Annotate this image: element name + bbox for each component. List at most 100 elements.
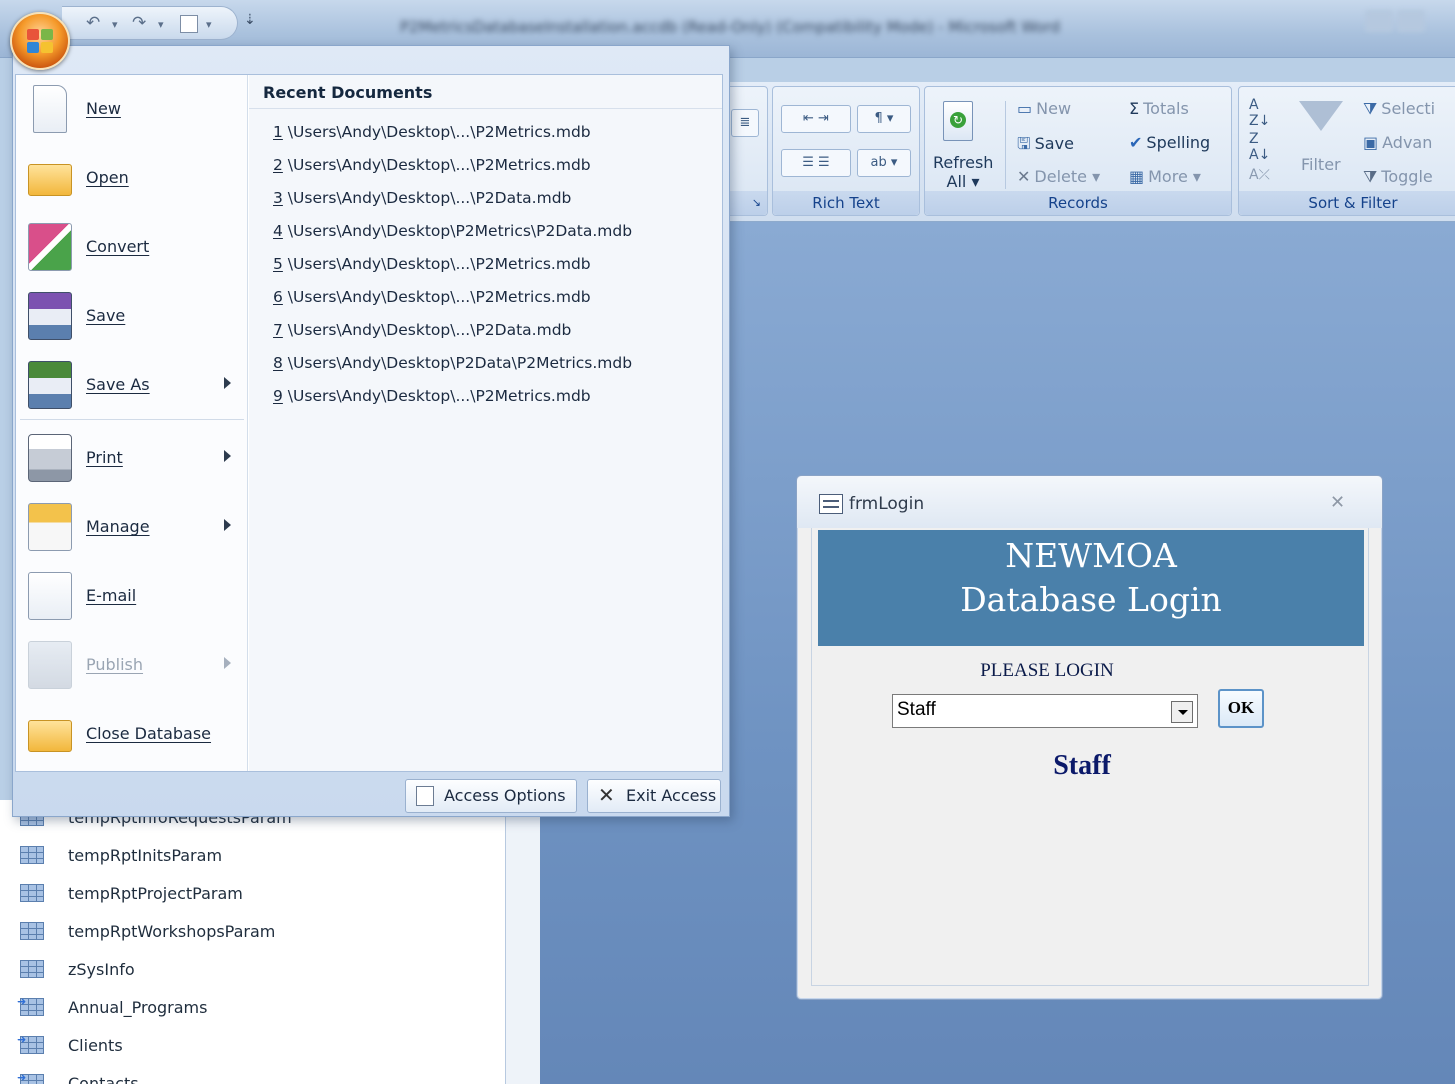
refresh-icon[interactable]: ↻ <box>943 101 973 141</box>
recent-document-item[interactable]: 8 \Users\Andy\Desktop\P2Data\P2Metrics.m… <box>273 354 632 372</box>
sort-descending-icon[interactable]: Z A↓ <box>1249 131 1270 163</box>
delete-record-button[interactable]: ✕ Delete ▾ <box>1017 167 1100 186</box>
menu-item-close-database[interactable]: Close Database <box>16 700 248 768</box>
linked-table-icon: ➜ <box>17 1033 44 1054</box>
align-icon[interactable]: ≣ <box>731 109 759 137</box>
options-icon <box>416 786 434 806</box>
menu-item-new[interactable]: New <box>16 75 248 143</box>
spelling-button[interactable]: ✔ Spelling <box>1129 133 1210 152</box>
sort-ascending-icon[interactable]: A Z↓ <box>1249 97 1270 129</box>
customize-qat-icon[interactable]: ⇣ <box>244 12 256 28</box>
linked-table-icon: ➜ <box>17 1071 44 1084</box>
menu-item-open[interactable]: Open <box>16 144 248 212</box>
linked-table-icon: ➜ <box>17 995 44 1016</box>
menu-item-label: Save <box>86 306 126 325</box>
new-record-button[interactable]: ▭ New <box>1017 99 1071 118</box>
menu-item-convert[interactable]: Convert <box>16 213 248 281</box>
recent-document-path: \Users\Andy\Desktop\...\P2Metrics.mdb <box>282 387 591 405</box>
sort-filter-label: Sort & Filter <box>1239 191 1455 215</box>
recent-document-item[interactable]: 1 \Users\Andy\Desktop\...\P2Metrics.mdb <box>273 123 591 141</box>
navigation-pane: tempRptInfoRequestsParam tempRptInitsPara… <box>0 800 540 1084</box>
sort-filter-group: A Z↓ Z A↓ A⤫ Filter ⧩ Selecti ▣ Advan ⧩ Toggl… <box>1238 86 1455 216</box>
menu-item-label: New <box>86 99 121 118</box>
recent-document-item[interactable]: 6 \Users\Andy\Desktop\...\P2Metrics.mdb <box>273 288 591 306</box>
exit-access-button[interactable]: ✕ Exit Access <box>587 779 721 813</box>
nav-table-item[interactable]: tempRptInitsParam <box>20 846 222 865</box>
recent-document-item[interactable]: 7 \Users\Andy\Desktop\...\P2Data.mdb <box>273 321 571 339</box>
nav-table-item[interactable]: ➜ Contacts <box>17 1071 139 1084</box>
menu-item-save-as[interactable]: Save As <box>16 351 248 419</box>
office-menu-panel: New Open Convert Save Save As Print Manage E-ma… <box>15 74 723 772</box>
indent-icon[interactable]: ⇤ ⇥ <box>781 105 851 133</box>
submenu-arrow-icon <box>224 519 231 531</box>
nav-table-item[interactable]: ➜ Clients <box>17 1033 123 1055</box>
filter-funnel-icon[interactable] <box>1299 101 1343 131</box>
highlight-icon[interactable]: ab ▾ <box>857 149 911 177</box>
menu-item-label: Close Database <box>86 724 212 743</box>
nav-table-item[interactable]: tempRptWorkshopsParam <box>20 922 275 941</box>
email-icon <box>28 572 72 620</box>
more-button[interactable]: ▦ More ▾ <box>1129 167 1201 186</box>
chevron-down-icon[interactable]: ▾ <box>158 18 164 31</box>
form-icon[interactable] <box>180 15 198 33</box>
new-document-icon <box>33 85 67 133</box>
navigation-scrollbar[interactable] <box>505 800 540 1084</box>
save-record-button[interactable]: 🖫 Save <box>1017 133 1074 160</box>
records-label: Records <box>925 191 1231 215</box>
chevron-down-icon[interactable]: ▾ <box>206 18 212 31</box>
selection-button[interactable]: ⧩ Selecti <box>1363 99 1435 119</box>
menu-item-save[interactable]: Save <box>16 282 248 350</box>
form-title: frmLogin <box>849 494 925 514</box>
save-as-icon <box>28 361 72 409</box>
access-options-button[interactable]: Access Options <box>405 779 577 813</box>
submenu-arrow-icon <box>224 657 231 669</box>
chevron-down-icon[interactable]: ▾ <box>112 18 118 31</box>
office-menu-footer: Access Options ✕ Exit Access <box>13 774 729 816</box>
menu-item-publish[interactable]: Publish <box>16 631 248 699</box>
recent-document-item[interactable]: 4 \Users\Andy\Desktop\P2Metrics\P2Data.m… <box>273 222 632 240</box>
recent-document-path: \Users\Andy\Desktop\...\P2Metrics.mdb <box>282 255 591 273</box>
recent-document-item[interactable]: 9 \Users\Andy\Desktop\...\P2Metrics.mdb <box>273 387 591 405</box>
close-icon[interactable]: ✕ <box>1330 492 1345 513</box>
advanced-button[interactable]: ▣ Advan <box>1363 133 1432 152</box>
recent-document-path: \Users\Andy\Desktop\...\P2Metrics.mdb <box>282 156 591 174</box>
recent-document-path: \Users\Andy\Desktop\P2Data\P2Metrics.mdb <box>282 354 633 372</box>
table-icon <box>20 846 44 864</box>
totals-button[interactable]: Σ Totals <box>1129 99 1189 118</box>
minimize-icon[interactable] <box>1365 10 1393 32</box>
recent-documents-panel: Recent Documents 1 \Users\Andy\Desktop\.… <box>249 75 722 771</box>
maximize-icon[interactable] <box>1397 10 1425 32</box>
filter-button[interactable]: Filter <box>1301 155 1341 174</box>
menu-item-print[interactable]: Print <box>16 424 248 492</box>
table-icon <box>20 960 44 978</box>
undo-icon[interactable]: ↶ <box>86 13 100 33</box>
recent-document-item[interactable]: 2 \Users\Andy\Desktop\...\P2Metrics.mdb <box>273 156 591 174</box>
list-icon[interactable]: ☰ ☰ <box>781 149 851 177</box>
user-type-combo[interactable]: Staff <box>892 694 1198 728</box>
recent-document-item[interactable]: 3 \Users\Andy\Desktop\...\P2Data.mdb <box>273 189 571 207</box>
recent-document-number: 3 <box>273 189 283 207</box>
close-folder-icon <box>28 720 72 752</box>
redo-icon[interactable]: ↷ <box>132 13 146 33</box>
save-record-icon: 🖫 <box>1017 134 1031 153</box>
chevron-down-icon[interactable] <box>1171 701 1193 723</box>
recent-document-number: 8 <box>273 354 283 372</box>
recent-document-item[interactable]: 5 \Users\Andy\Desktop\...\P2Metrics.mdb <box>273 255 591 273</box>
open-folder-icon <box>28 164 72 196</box>
clear-sort-icon[interactable]: A⤫ <box>1249 167 1270 183</box>
ok-button[interactable]: OK <box>1218 689 1264 728</box>
refresh-all-button[interactable]: Refresh All ▾ <box>933 153 993 191</box>
link-arrow-icon: ➜ <box>17 995 27 1008</box>
banner-subtitle: Database Login <box>960 580 1222 619</box>
office-button[interactable] <box>10 12 70 70</box>
window-controls[interactable] <box>1365 10 1435 36</box>
toggle-filter-button[interactable]: ⧩ Toggle <box>1363 167 1433 187</box>
menu-item-manage[interactable]: Manage <box>16 493 248 561</box>
grid-icon: ▦ <box>1129 167 1145 186</box>
menu-item-e-mail[interactable]: E-mail <box>16 562 248 630</box>
nav-table-item[interactable]: tempRptProjectParam <box>20 884 243 903</box>
paragraph-icon[interactable]: ¶ ▾ <box>857 105 911 133</box>
nav-table-item[interactable]: zSysInfo <box>20 960 135 979</box>
selection-filter-icon: ⧩ <box>1363 99 1378 118</box>
nav-table-item[interactable]: ➜ Annual_Programs <box>17 995 207 1017</box>
